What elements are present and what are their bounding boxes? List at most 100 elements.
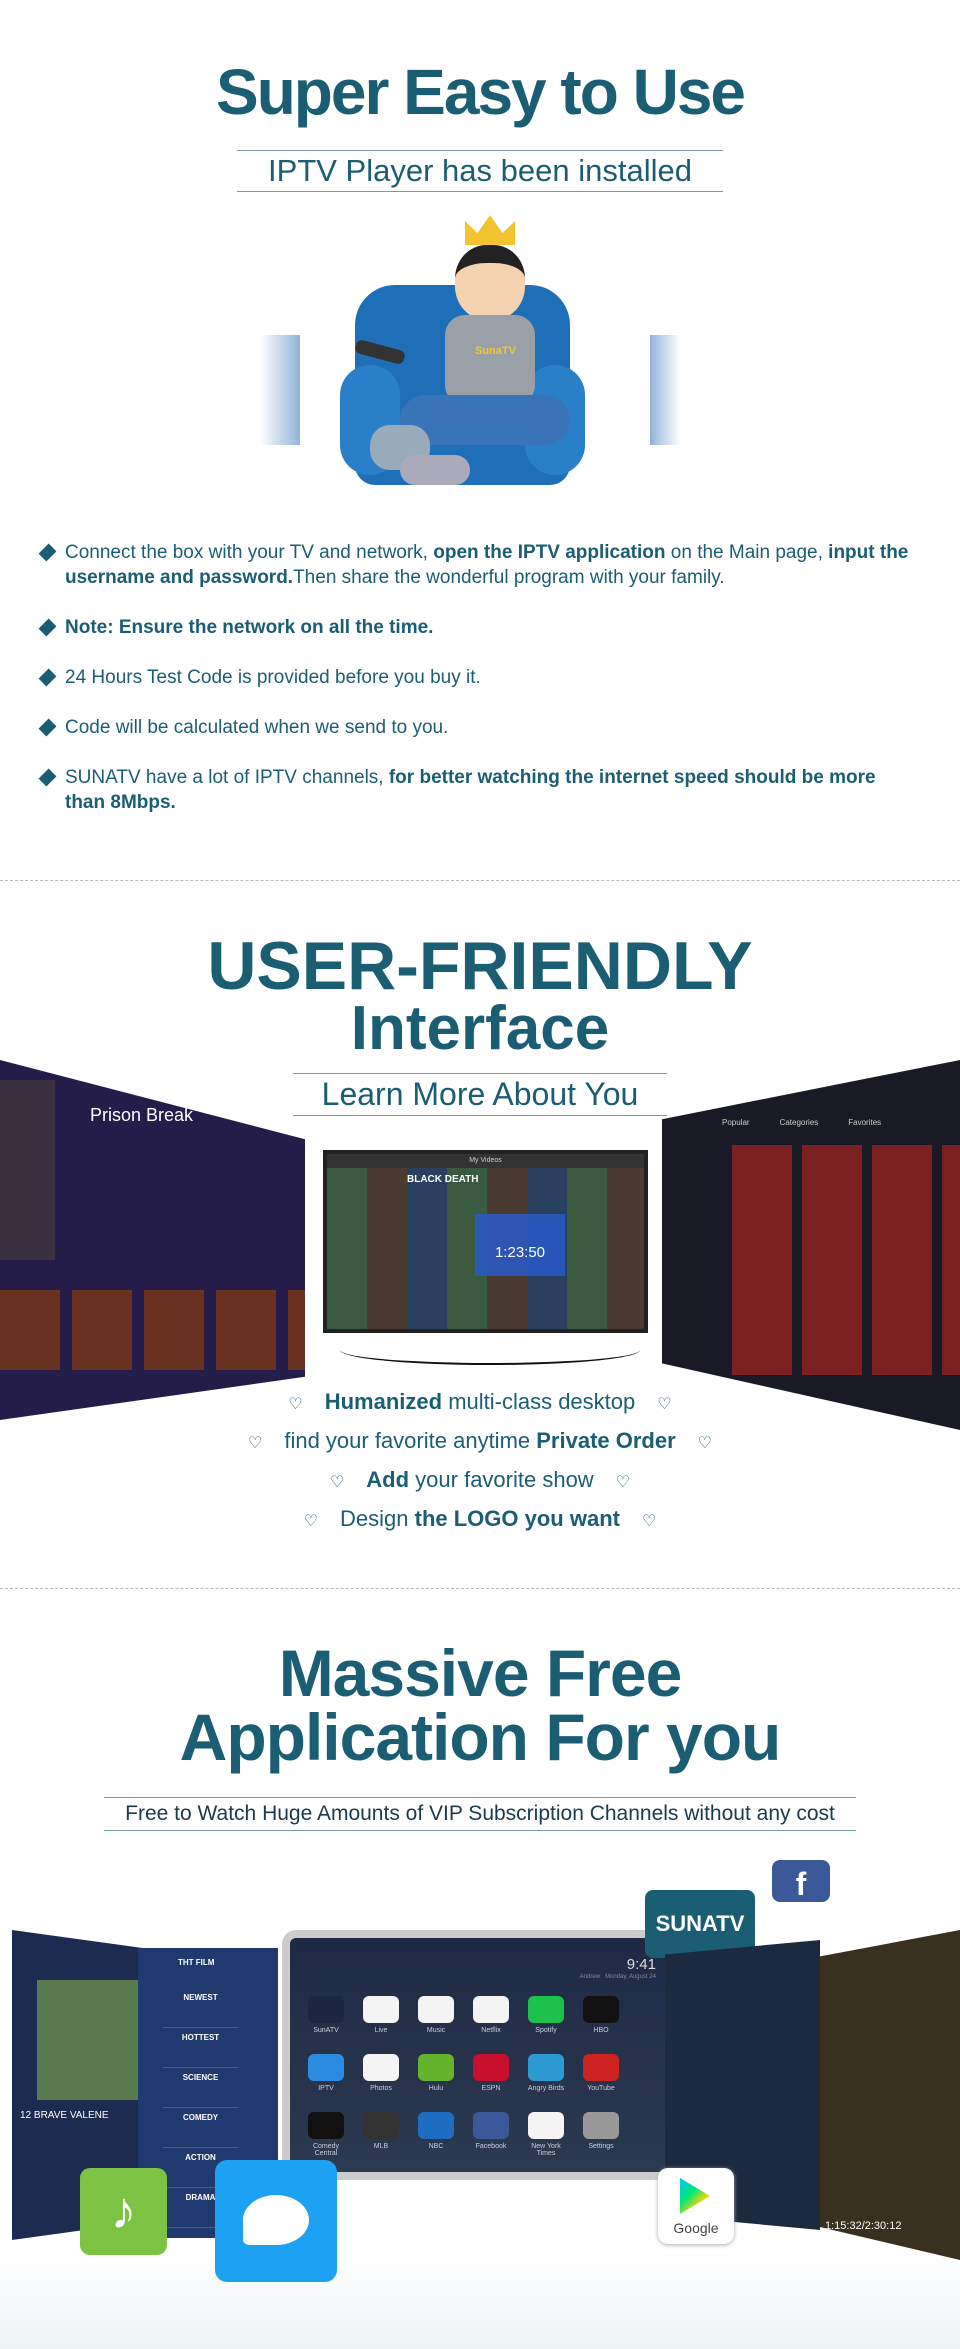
center-tv: My Videos BLACK DEATH 1:23:50 [323, 1150, 648, 1333]
heart-icon: ♡ [657, 1396, 672, 1413]
text: 24 Hours Test Code is provided before yo… [65, 667, 481, 688]
feature-item: ♡ Design the LOGO you want ♡ [0, 1501, 960, 1540]
feature-item: ♡ find your favorite anytime Private Orde… [0, 1423, 960, 1462]
screen-tab: Popular [722, 1118, 750, 1127]
heart-icon: ♡ [697, 1435, 712, 1452]
app-label: Spotify [535, 2027, 557, 2034]
app-icon[interactable] [528, 2054, 564, 2081]
twitter-icon [215, 2160, 337, 2282]
section1-title: Super Easy to Use [216, 56, 746, 128]
film-title: 12 BRAVE VALENE [20, 2110, 109, 2121]
apps-showcase: 12 BRAVE VALENE THT FILM NEWEST HOTTEST SC… [0, 1860, 960, 2349]
app-icon[interactable] [473, 2054, 509, 2081]
bold-text: Add [366, 1467, 410, 1492]
section2-title-line2: Interface [350, 994, 610, 1063]
app-label: MLB [373, 2143, 389, 2150]
diamond-bullet-icon [38, 668, 57, 687]
bold-text: open the IPTV application [433, 542, 666, 563]
google-label: Google [673, 2220, 719, 2236]
section2-subtitle: Learn More About You [293, 1073, 667, 1116]
app-icon[interactable] [308, 2054, 344, 2081]
heart-icon: ♡ [303, 1513, 319, 1530]
app-label: HBO [593, 2027, 609, 2034]
google-play-icon: Google [658, 2168, 734, 2244]
app-label: Live [374, 2027, 388, 2034]
mascot-badge: SunaTV [475, 345, 516, 357]
text: Then share the wonderful program with yo… [293, 567, 725, 588]
app-icon[interactable] [583, 2112, 619, 2139]
bold-text: Note: Ensure the network on all the time… [65, 617, 434, 638]
app-label: Settings [588, 2143, 614, 2150]
app-icon[interactable] [583, 2054, 619, 2081]
app-label: Hulu [428, 2085, 444, 2092]
menu-item: NEWEST [163, 1988, 238, 2028]
app-label: Photos [370, 2085, 392, 2092]
right-screen-player: 1:15:32/2:30:12 [820, 1930, 960, 2260]
menu-item: HOTTEST [163, 2028, 238, 2068]
section2-title-line1: USER-FRIENDLY [207, 928, 753, 1004]
app-label: New York Times [531, 2143, 561, 2157]
diamond-bullet-icon [38, 618, 57, 637]
app-icon[interactable] [363, 1996, 399, 2023]
bold-text: Humanized [324, 1389, 443, 1414]
music-app-icon: ♪ [80, 2168, 167, 2255]
apple-tv-screen: 9:41 Andrew Monday, August 24 SunATV Live… [282, 1930, 682, 2180]
menu-title: THT FILM [178, 1958, 215, 1967]
app-icon[interactable] [528, 2112, 564, 2139]
bold-text: the LOGO you want [414, 1506, 620, 1531]
app-icon[interactable] [363, 2112, 399, 2139]
section-divider [0, 1588, 960, 1589]
screen-tab: Categories [779, 1118, 819, 1127]
show-title: Prison Break [90, 1105, 194, 1125]
left-screen-details: Prison Break [0, 1060, 305, 1420]
feature-item: ♡ Add your favorite show ♡ [0, 1462, 960, 1501]
app-label: SunATV [313, 2027, 339, 2034]
app-icon[interactable] [418, 2054, 454, 2081]
feature-item: ♡ Humanized multi-class desktop ♡ [0, 1384, 960, 1423]
facebook-icon: f [772, 1860, 830, 1902]
menu-item: SCIENCE [163, 2068, 238, 2108]
section-divider [0, 880, 960, 881]
app-label: Angry Birds [527, 2085, 565, 2092]
list-item: SUNATV have a lot of IPTV channels, for … [38, 765, 920, 815]
app-icon[interactable] [528, 1996, 564, 2023]
bold-text: Private Order [536, 1428, 676, 1453]
app-icon[interactable] [363, 2054, 399, 2081]
app-label: Facebook [475, 2143, 507, 2150]
section3-title-line1: Massive Free [278, 1636, 683, 1710]
list-item: Note: Ensure the network on all the time… [38, 615, 920, 640]
heart-icon: ♡ [641, 1513, 657, 1530]
app-icon[interactable] [473, 1996, 509, 2023]
movie-title: BLACK DEATH [407, 1174, 479, 1185]
section1-subtitle: IPTV Player has been installed [237, 150, 723, 192]
tv-cable [340, 1335, 640, 1365]
mascot-illustration: SunaTV [260, 215, 680, 500]
list-item: 24 Hours Test Code is provided before yo… [38, 665, 920, 690]
app-icon[interactable] [473, 2112, 509, 2139]
app-icon[interactable] [418, 2112, 454, 2139]
app-icon[interactable] [418, 1996, 454, 2023]
list-item: Code will be calculated when we send to … [38, 715, 920, 740]
heart-icon: ♡ [288, 1396, 303, 1413]
app-label: IPTV [318, 2085, 334, 2092]
app-label: Comedy Central [312, 2143, 340, 2157]
screen-tab: Favorites [848, 1118, 882, 1127]
text: multi-class desktop [442, 1389, 636, 1414]
heart-icon: ♡ [615, 1474, 631, 1491]
crown-icon [465, 215, 515, 245]
app-icon[interactable] [583, 1996, 619, 2023]
text: Code will be calculated when we send to … [65, 717, 449, 738]
app-icon[interactable] [308, 1996, 344, 2023]
text: Connect the box with your TV and network… [65, 542, 434, 563]
tv-screen-title: My Videos [327, 1154, 644, 1168]
playback-time: 1:23:50 [475, 1214, 565, 1276]
text: on the Main page, [665, 542, 829, 563]
app-label: YouTube [587, 2085, 615, 2092]
app-label: Netflix [481, 2027, 501, 2034]
tv-user: Andrew [579, 1974, 601, 1980]
heart-icon: ♡ [248, 1435, 263, 1452]
app-icon[interactable] [308, 2112, 344, 2139]
menu-item: COMEDY [163, 2108, 238, 2148]
right-screen-library: Popular Categories Favorites [662, 1060, 960, 1430]
app-label: NBC [428, 2143, 444, 2150]
